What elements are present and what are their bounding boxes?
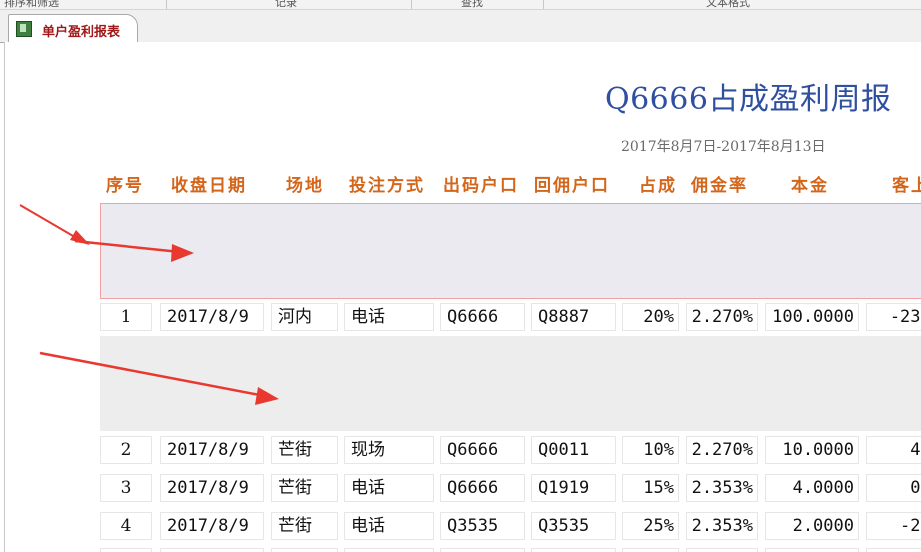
annotation-arrow — [74, 239, 194, 262]
annotation-arrows — [19, 204, 279, 405]
annotation-arrow — [39, 351, 279, 405]
annotation-arrow — [19, 204, 90, 245]
